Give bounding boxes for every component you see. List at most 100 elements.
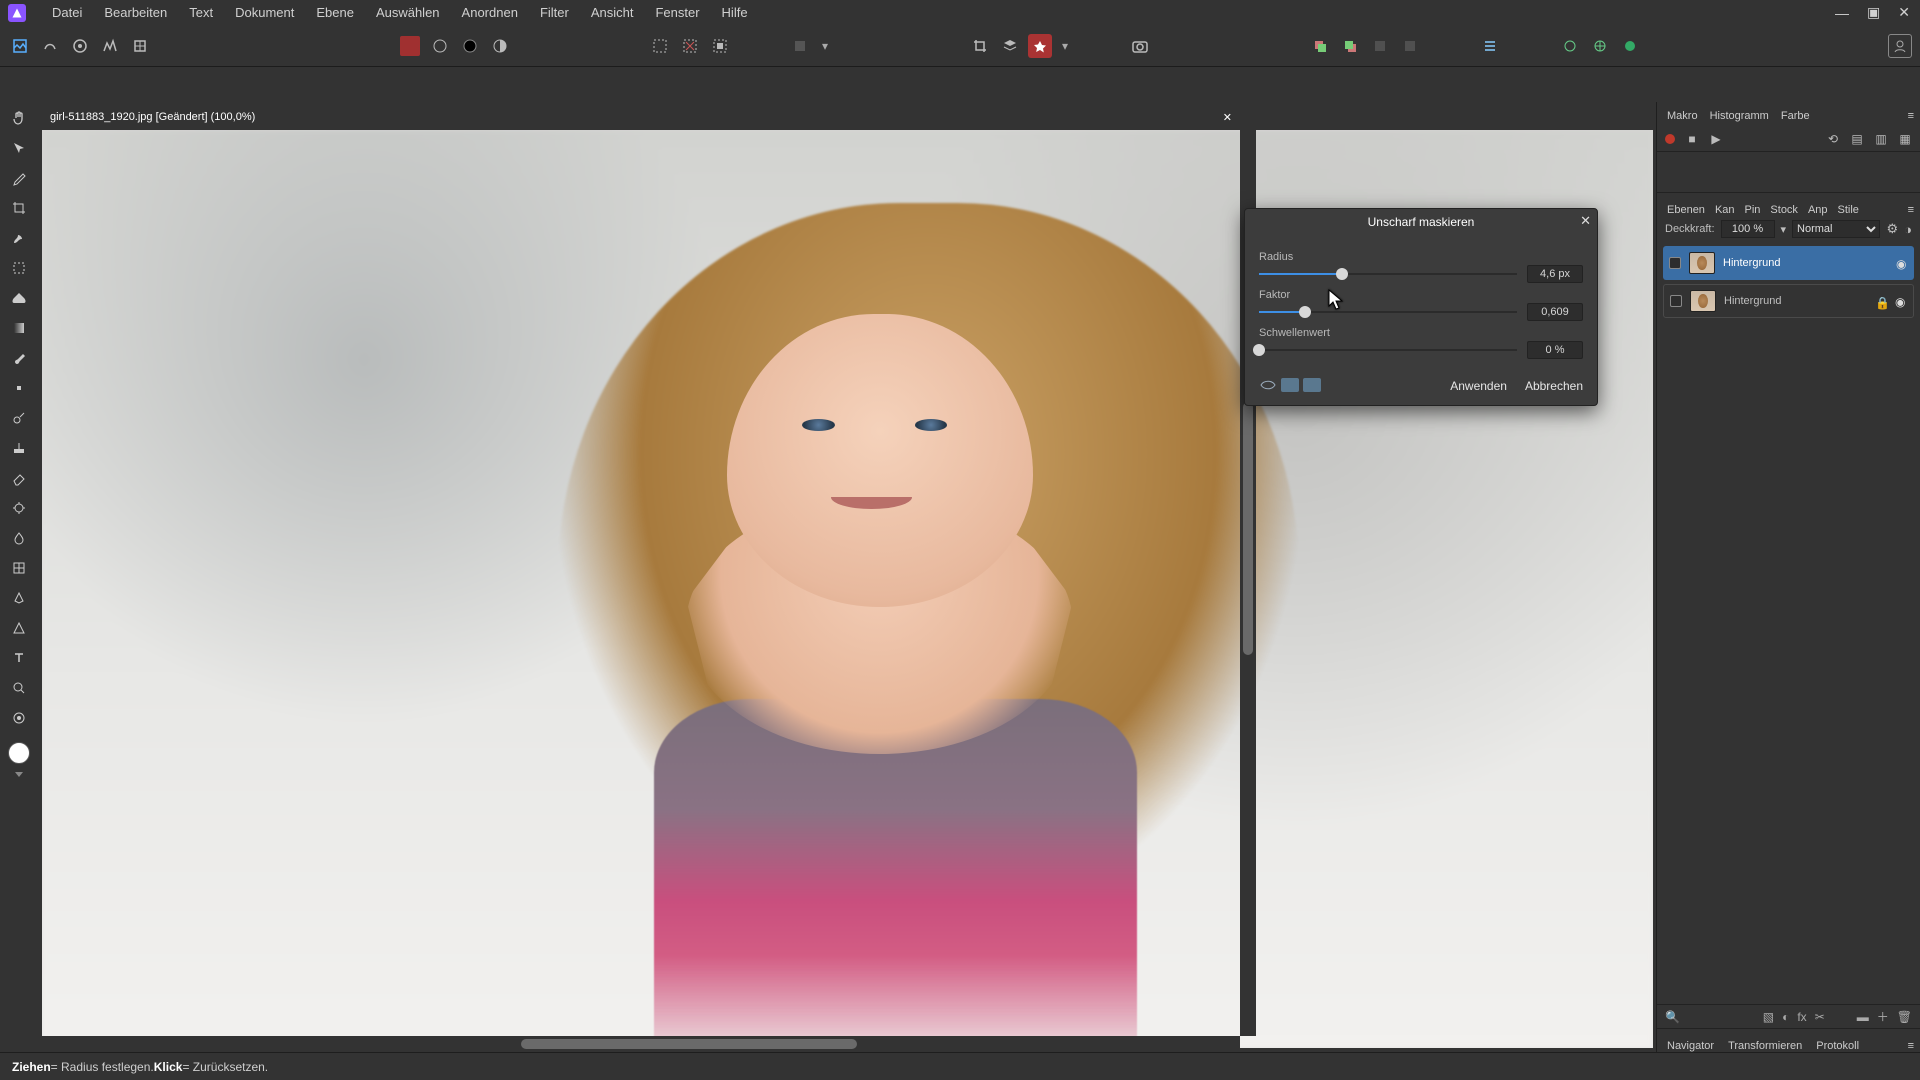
tab-histogramm[interactable]: Histogramm xyxy=(1710,110,1769,126)
tab-stile[interactable]: Stile xyxy=(1838,204,1859,216)
dialog-close-icon[interactable]: ✕ xyxy=(1580,213,1591,229)
pen-tool-icon[interactable] xyxy=(7,586,31,610)
footer-crop-icon[interactable]: ✂ xyxy=(1815,1010,1825,1024)
persona-export-icon[interactable] xyxy=(128,34,152,58)
menu-bearbeiten[interactable]: Bearbeiten xyxy=(104,5,167,20)
threshold-slider[interactable] xyxy=(1259,343,1517,357)
mesh-tool-icon[interactable] xyxy=(7,556,31,580)
layer-row[interactable]: Hintergrund ◉ xyxy=(1663,246,1914,280)
snap2-icon[interactable] xyxy=(1588,34,1612,58)
radius-slider[interactable] xyxy=(1259,267,1517,281)
footer-add-icon[interactable]: ＋ xyxy=(1877,1008,1889,1025)
menu-text[interactable]: Text xyxy=(189,5,213,20)
factor-value[interactable]: 0,609 xyxy=(1527,303,1583,321)
preview-mode-icons[interactable] xyxy=(1259,378,1321,392)
menu-datei[interactable]: Datei xyxy=(52,5,82,20)
brush-tool-icon[interactable] xyxy=(7,346,31,370)
apply-button[interactable]: Anwenden xyxy=(1450,379,1507,393)
tab-makro[interactable]: Makro xyxy=(1667,110,1698,126)
footer-magnify-icon[interactable]: 🔍 xyxy=(1665,1010,1680,1024)
macro-stop-icon[interactable]: ■ xyxy=(1685,132,1699,146)
bottom-menu-icon[interactable]: ≡ xyxy=(1908,1040,1914,1052)
dodge-tool-icon[interactable] xyxy=(7,496,31,520)
macro-opt4-icon[interactable]: ▦ xyxy=(1898,132,1912,146)
radius-value[interactable]: 4,6 px xyxy=(1527,265,1583,283)
dialog-header[interactable]: Unscharf maskieren ✕ xyxy=(1245,209,1597,235)
macro-record-icon[interactable] xyxy=(1665,134,1675,144)
assistant-icon[interactable] xyxy=(1028,34,1052,58)
macro-opt2-icon[interactable]: ▤ xyxy=(1850,132,1864,146)
arrange-back-icon[interactable] xyxy=(1308,34,1332,58)
footer-merge-icon[interactable]: ▬ xyxy=(1857,1010,1869,1024)
pixel-tool-icon[interactable] xyxy=(7,376,31,400)
foreground-color-swatch[interactable] xyxy=(8,742,30,764)
snap3-icon[interactable] xyxy=(1618,34,1642,58)
view-tool-icon[interactable] xyxy=(7,706,31,730)
retouch-tool-icon[interactable] xyxy=(7,406,31,430)
window-restore-icon[interactable]: ▣ xyxy=(1867,4,1880,21)
snap-icon[interactable] xyxy=(1558,34,1582,58)
zoom-tool-icon[interactable] xyxy=(7,676,31,700)
factor-slider[interactable] xyxy=(1259,305,1517,319)
document-close-icon[interactable]: ✕ xyxy=(1223,111,1232,124)
footer-fx-icon[interactable]: fx xyxy=(1797,1010,1806,1024)
selection-new-icon[interactable] xyxy=(648,34,672,58)
footer-adjust-icon[interactable]: ◐ xyxy=(1782,1010,1789,1024)
menu-ansicht[interactable]: Ansicht xyxy=(591,5,634,20)
macro-play-icon[interactable]: ▶ xyxy=(1709,132,1723,146)
footer-trash-icon[interactable]: 🗑 xyxy=(1897,1010,1912,1024)
selection-clear-icon[interactable] xyxy=(678,34,702,58)
window-minimize-icon[interactable]: — xyxy=(1835,5,1849,21)
macro-opt1-icon[interactable]: ⟲ xyxy=(1826,132,1840,146)
layer-checkbox[interactable] xyxy=(1669,257,1681,269)
opacity-input[interactable] xyxy=(1721,220,1775,238)
autocolors-icon[interactable] xyxy=(458,34,482,58)
colorpicker-tool-icon[interactable] xyxy=(7,166,31,190)
tab-ebenen[interactable]: Ebenen xyxy=(1667,204,1705,216)
account-icon[interactable] xyxy=(1888,34,1912,58)
menu-hilfe[interactable]: Hilfe xyxy=(722,5,748,20)
crop-icon[interactable] xyxy=(968,34,992,58)
text-tool-icon[interactable] xyxy=(7,646,31,670)
tab-protokoll[interactable]: Protokoll xyxy=(1816,1040,1859,1052)
layer-gear2-icon[interactable]: ◑ xyxy=(1904,222,1912,237)
threshold-value[interactable]: 0 % xyxy=(1527,341,1583,359)
align-icon[interactable] xyxy=(1478,34,1502,58)
eraser-tool-icon[interactable] xyxy=(7,466,31,490)
tab-pin[interactable]: Pin xyxy=(1745,204,1761,216)
color-swap-icon[interactable] xyxy=(15,772,23,777)
arrange-dim2-icon[interactable] xyxy=(1398,34,1422,58)
flood-tool-icon[interactable] xyxy=(7,286,31,310)
hand-tool-icon[interactable] xyxy=(7,106,31,130)
persona-develop-icon[interactable] xyxy=(68,34,92,58)
layer-visible-icon[interactable]: ◉ xyxy=(1895,295,1907,307)
tab-anp[interactable]: Anp xyxy=(1808,204,1828,216)
arrange-front-icon[interactable] xyxy=(1338,34,1362,58)
blur-tool-icon[interactable] xyxy=(7,526,31,550)
menu-dokument[interactable]: Dokument xyxy=(235,5,294,20)
selection-invert-icon[interactable] xyxy=(708,34,732,58)
tab-farbe[interactable]: Farbe xyxy=(1781,110,1810,126)
tab-navigator[interactable]: Navigator xyxy=(1667,1040,1714,1052)
layer-gear-icon[interactable]: ⚙ xyxy=(1886,221,1898,237)
opacity-chevron-icon[interactable]: ▾ xyxy=(1781,223,1787,236)
cancel-button[interactable]: Abbrechen xyxy=(1525,379,1583,393)
panel-menu-icon[interactable]: ≡ xyxy=(1908,110,1914,126)
canvas-hscroll[interactable] xyxy=(42,1036,1240,1052)
chevron-down-icon[interactable]: ▾ xyxy=(1058,34,1072,58)
menu-ebene[interactable]: Ebene xyxy=(316,5,354,20)
menu-fenster[interactable]: Fenster xyxy=(655,5,699,20)
layer-row[interactable]: Hintergrund 🔒 ◉ xyxy=(1663,284,1914,318)
preview-split-icon[interactable] xyxy=(1281,378,1299,392)
move-tool-icon[interactable] xyxy=(7,136,31,160)
quickmask-icon[interactable] xyxy=(788,34,812,58)
persona-liquify-icon[interactable] xyxy=(38,34,62,58)
layer-menu-icon[interactable]: ≡ xyxy=(1908,204,1914,216)
clone-tool-icon[interactable] xyxy=(7,436,31,460)
menu-filter[interactable]: Filter xyxy=(540,5,569,20)
stack-icon[interactable] xyxy=(998,34,1022,58)
chevron-down-icon[interactable]: ▾ xyxy=(818,34,832,58)
menu-auswaehlen[interactable]: Auswählen xyxy=(376,5,440,20)
macro-opt3-icon[interactable]: ▥ xyxy=(1874,132,1888,146)
persona-photo-icon[interactable] xyxy=(8,34,32,58)
